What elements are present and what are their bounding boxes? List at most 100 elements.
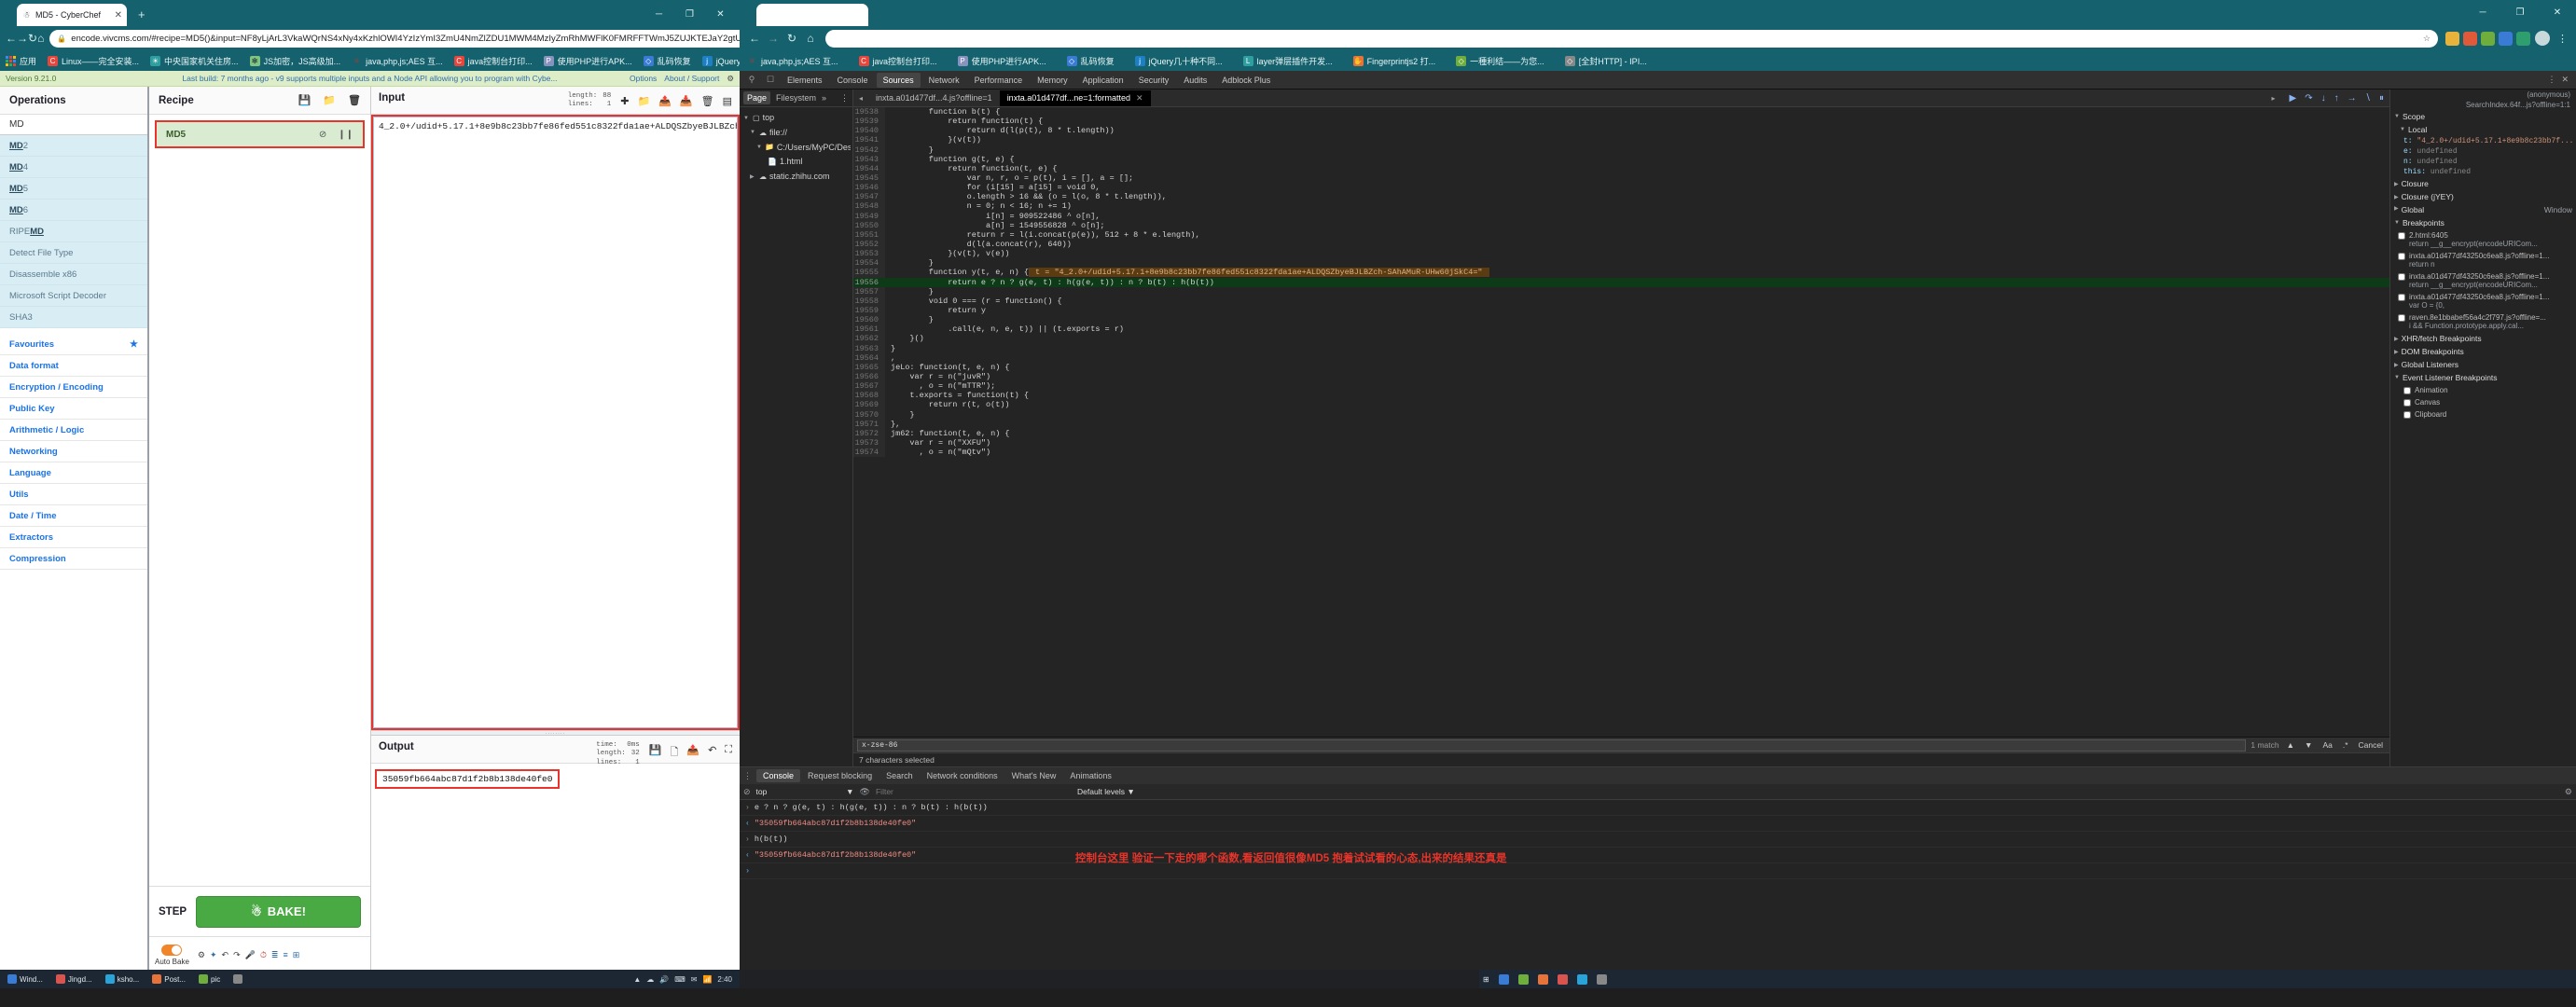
bookmark-item[interactable]: ◇ 乱码恢复 bbox=[1066, 55, 1115, 67]
chrome-menu-icon[interactable]: ⋮ bbox=[2555, 33, 2570, 45]
maximise-icon[interactable]: ⛶ bbox=[725, 744, 732, 762]
console-output[interactable]: › e ? n ? g(e, t) : h(g(e, t)) : n ? b(t)… bbox=[740, 800, 2576, 970]
line-number[interactable]: 19572 bbox=[853, 428, 885, 438]
tray-network-icon[interactable]: 📶 bbox=[702, 975, 712, 984]
line-number[interactable]: 19553 bbox=[853, 249, 885, 259]
code-line[interactable]: 19542 } bbox=[853, 145, 2389, 155]
copy-icon[interactable]: 🗋 bbox=[671, 744, 679, 762]
code-line[interactable]: 19552 d(l(a.concat(r), 640)) bbox=[853, 239, 2389, 250]
bookmark-item[interactable]: Cjava控制台打印... bbox=[453, 55, 533, 67]
save-icon[interactable]: 💾 bbox=[649, 744, 662, 762]
list-item[interactable]: MD 4 bbox=[0, 157, 147, 178]
step-label[interactable]: STEP bbox=[159, 906, 187, 917]
list-item[interactable]: SHA3 bbox=[0, 307, 147, 328]
source-tab-1[interactable]: inxta.a01d477df...4.js?offline=1 bbox=[868, 90, 1000, 105]
scope-variable[interactable]: this: undefined bbox=[2390, 167, 2576, 177]
undo-icon[interactable]: ↶ bbox=[708, 744, 716, 762]
tab-adblock-plus[interactable]: Adblock Plus bbox=[1215, 73, 1277, 88]
line-number[interactable]: 19546 bbox=[853, 183, 885, 193]
console-context-select[interactable]: top ▼ bbox=[756, 787, 854, 796]
step-out-icon[interactable]: ↑ bbox=[2334, 93, 2339, 103]
trash-icon[interactable]: 🗑 bbox=[701, 95, 714, 107]
breakpoints-section[interactable]: ▼ Breakpoints bbox=[2390, 216, 2576, 229]
line-number[interactable]: 19567 bbox=[853, 381, 885, 392]
line-number[interactable]: 19560 bbox=[853, 315, 885, 325]
code-line[interactable]: 19572 jm62: function(t, e, n) { bbox=[853, 428, 2389, 438]
tray-volume-icon[interactable]: 🔊 bbox=[659, 975, 669, 984]
bookmark-item[interactable]: ◇ 乱码恢复 bbox=[643, 55, 691, 67]
close-icon[interactable]: ✕ bbox=[115, 10, 122, 21]
line-number[interactable]: 19540 bbox=[853, 126, 885, 136]
code-line[interactable]: 19564, bbox=[853, 352, 2389, 363]
global-listeners-section[interactable]: ▶ Global Listeners bbox=[2390, 358, 2576, 371]
browser-tab[interactable] bbox=[756, 4, 868, 26]
save-icon[interactable]: 💾 bbox=[298, 94, 312, 106]
code-line[interactable]: 19543 function g(t, e) { bbox=[853, 154, 2389, 164]
taskbar-item[interactable]: ksho... bbox=[102, 972, 144, 987]
tray-mail-icon[interactable]: ✉ bbox=[691, 975, 698, 984]
sidebar-item-networking[interactable]: Networking bbox=[0, 441, 147, 462]
line-number[interactable]: 19569 bbox=[853, 400, 885, 410]
breakpoint-checkbox[interactable] bbox=[2398, 232, 2405, 240]
list-icon[interactable]: ≣ bbox=[271, 950, 279, 960]
taskbar-start-button[interactable]: ⊞ bbox=[1483, 975, 1489, 984]
output-body[interactable]: 35059fb664abc87d1f2b8b138de40fe0 bbox=[371, 764, 740, 973]
line-number[interactable]: 19558 bbox=[853, 296, 885, 306]
maximise-button[interactable]: ❐ bbox=[2501, 0, 2539, 24]
breakpoint-item[interactable]: inxta.a01d477df43250c6ea8.js?offline=1..… bbox=[2390, 270, 2576, 291]
bookmark-item[interactable]: 应用 bbox=[6, 55, 36, 67]
tab-application[interactable]: Application bbox=[1076, 73, 1130, 88]
line-number[interactable]: 19556 bbox=[853, 277, 885, 287]
bookmark-item[interactable]: jjQuery几十种不同... bbox=[1134, 55, 1223, 67]
sidebar-item-public-key[interactable]: Public Key bbox=[0, 398, 147, 420]
nav-tab-filesystem[interactable]: Filesystem bbox=[776, 93, 816, 103]
taskbar-item[interactable]: Jingd... bbox=[52, 972, 96, 987]
line-number[interactable]: 19550 bbox=[853, 220, 885, 230]
bookmark-item[interactable]: ☀ 中央国家机关住房... bbox=[150, 55, 239, 67]
code-line[interactable]: 19569 return r(t, o(t)) bbox=[853, 400, 2389, 410]
align-icon[interactable]: ≡ bbox=[283, 950, 287, 960]
sidebar-item-compression[interactable]: Compression bbox=[0, 548, 147, 570]
source-tab-2[interactable]: inxta.a01d477df...ne=1:formatted ✕ bbox=[999, 90, 1151, 106]
line-number[interactable]: 19563 bbox=[853, 343, 885, 353]
tree-node-file[interactable]: ▼ ☁ file:// bbox=[741, 126, 851, 141]
line-number[interactable]: 19559 bbox=[853, 305, 885, 316]
deactivate-breakpoints-icon[interactable]: ∖ bbox=[2365, 93, 2371, 103]
tab-security[interactable]: Security bbox=[1132, 73, 1176, 88]
nav-overflow-icon[interactable]: » bbox=[822, 93, 826, 103]
sidebar-item-data-format[interactable]: Data format bbox=[0, 355, 147, 377]
scope-global[interactable]: ▶ Global Window bbox=[2390, 203, 2576, 216]
extension-icon-2[interactable] bbox=[2463, 31, 2477, 46]
breakpoint-checkbox[interactable] bbox=[2398, 253, 2405, 260]
line-number[interactable]: 19541 bbox=[853, 135, 885, 145]
drawer-tab-request-blocking[interactable]: Request blocking bbox=[801, 769, 879, 782]
line-number[interactable]: 19549 bbox=[853, 211, 885, 221]
home-icon[interactable]: ⌂ bbox=[801, 29, 820, 48]
bookmark-item[interactable]: P 使用PHP进行APK... bbox=[543, 55, 632, 67]
breakpoint-item[interactable]: inxta.a01d477df43250c6ea8.js?offline=1..… bbox=[2390, 291, 2576, 311]
event-listener-breakpoints-section[interactable]: ▼ Event Listener Breakpoints bbox=[2390, 371, 2576, 384]
console-levels-select[interactable]: Default levels ▼ bbox=[1077, 787, 1135, 796]
code-line[interactable]: 19544 return function(t, e) { bbox=[853, 163, 2389, 173]
line-number[interactable]: 19552 bbox=[853, 239, 885, 250]
tab-elements[interactable]: Elements bbox=[781, 73, 829, 88]
scope-variable[interactable]: t: "4_2.0+/udid+5.17.1+8e9b8c23bb7f... bbox=[2390, 136, 2576, 146]
grid-icon[interactable]: ⊞ bbox=[293, 950, 300, 960]
tab-performance[interactable]: Performance bbox=[968, 73, 1030, 88]
code-line[interactable]: 19574 , o = n("mQtv") bbox=[853, 448, 2389, 458]
line-number[interactable]: 19539 bbox=[853, 117, 885, 127]
scope-variable[interactable]: e: undefined bbox=[2390, 146, 2576, 157]
event-listener-item[interactable]: Animation bbox=[2390, 384, 2576, 396]
drawer-tab-network-conditions[interactable]: Network conditions bbox=[921, 769, 1004, 782]
list-item[interactable]: MD 2 bbox=[0, 135, 147, 157]
code-line[interactable]: 19547 o.length > 16 && (o = l(o, 8 * t.l… bbox=[853, 192, 2389, 202]
code-line[interactable]: 19551 return r = l(i.concat(p(e)), 512 +… bbox=[853, 229, 2389, 240]
devtools-menu-icon[interactable]: ⋮ bbox=[2547, 75, 2555, 85]
sidebar-item-extractors[interactable]: Extractors bbox=[0, 527, 147, 548]
tree-node-folder[interactable]: ▼📁C:/Users/MyPC/Desktop bbox=[741, 141, 851, 156]
code-line[interactable]: 19571}, bbox=[853, 419, 2389, 429]
find-cancel-button[interactable]: Cancel bbox=[2356, 740, 2386, 750]
breakpoint-checkbox[interactable] bbox=[2398, 314, 2405, 322]
code-line[interactable]: 19561 .call(e, n, e, t)) || (t.exports =… bbox=[853, 324, 2389, 335]
console-settings-icon[interactable]: ⚙ bbox=[2565, 787, 2572, 797]
